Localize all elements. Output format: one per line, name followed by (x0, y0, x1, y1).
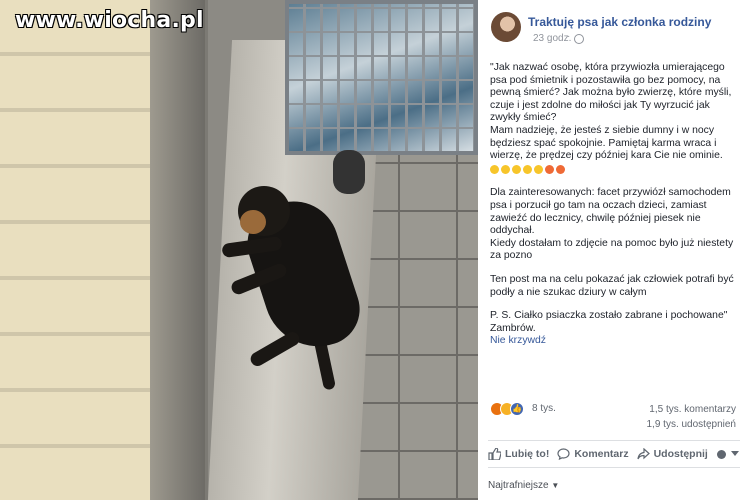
globe-icon (574, 34, 584, 44)
comment-icon (557, 448, 570, 460)
crying-emoji-icon (501, 164, 510, 174)
thumbs-up-icon (488, 448, 501, 460)
post-paragraph: Dla zainteresowanych: facet przywiózł sa… (490, 187, 734, 262)
comment-button[interactable]: Komentarz (557, 448, 629, 460)
comments-count-link[interactable]: 1,5 tys. komentarzy (649, 404, 736, 415)
crying-emoji-icon (534, 164, 543, 174)
comments-sort-dropdown[interactable]: Najtrafniejsze ▼ (488, 480, 559, 491)
post-action-bar: Lubię to! Komentarz Udostępnij (488, 440, 740, 468)
post-paragraph: "Jak nazwać osobę, która przywiozła umie… (490, 62, 732, 162)
angry-emoji-icon (556, 164, 565, 174)
share-icon (636, 448, 650, 460)
crying-emoji-icon (512, 164, 521, 174)
post-timestamp[interactable]: 23 godz. (533, 33, 571, 44)
post-paragraph: P. S. Ciałko psiaczka zostało zabrane i … (490, 310, 728, 334)
shares-count-link[interactable]: 1,9 tys. udostępnień (646, 419, 736, 430)
separator-dot: · (567, 31, 571, 42)
post-paragraph: Ten post ma na celu pokazać jak człowiek… (490, 273, 734, 298)
globe-icon (716, 449, 726, 459)
like-reaction-icon: 👍 (510, 402, 524, 416)
post-panel: Traktuję psa jak członka rodziny 23 godz… (478, 0, 750, 500)
dog-tan-marking (240, 210, 266, 234)
share-label: Udostępnij (653, 448, 708, 460)
page-name-link[interactable]: Traktuję psa jak członka rodziny (528, 15, 738, 29)
recycling-bin (285, 0, 478, 155)
chevron-down-icon: ▼ (551, 481, 560, 490)
sort-label: Najtrafniejsze (488, 480, 549, 491)
emoji-row (490, 164, 740, 177)
share-button[interactable]: Udostępnij (636, 448, 708, 460)
wall-corner (150, 0, 205, 500)
page-avatar[interactable] (491, 12, 521, 42)
share-audience-dropdown[interactable] (716, 449, 743, 460)
bin-wheel (333, 150, 365, 194)
reaction-count: 8 tys. (532, 403, 556, 414)
chevron-down-icon (730, 451, 739, 456)
crying-emoji-icon (490, 164, 499, 174)
like-button[interactable]: Lubię to! (488, 448, 549, 460)
comment-label: Komentarz (574, 448, 629, 460)
see-less-link[interactable]: Nie krzywdź (490, 335, 740, 348)
site-watermark: www.wiocha.pl (15, 8, 204, 33)
post-body: "Jak nazwać osobę, która przywiozła umie… (490, 62, 740, 348)
angry-emoji-icon (545, 164, 554, 174)
like-label: Lubię to! (505, 448, 550, 460)
post-photo[interactable]: www.wiocha.pl (0, 0, 478, 500)
crying-emoji-icon (523, 164, 532, 174)
